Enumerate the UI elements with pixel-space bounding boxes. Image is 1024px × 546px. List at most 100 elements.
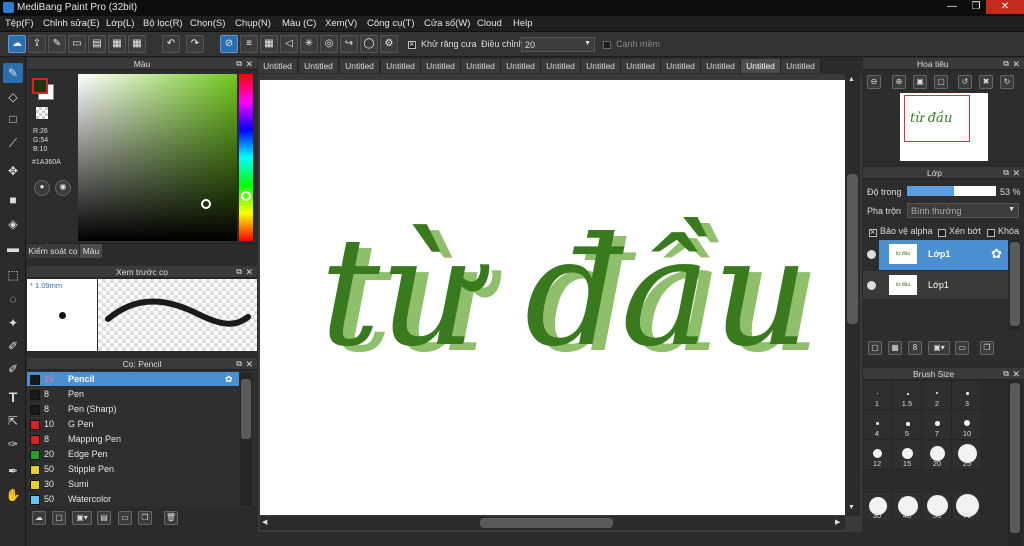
size-cell[interactable]: 10 bbox=[953, 411, 982, 440]
eyedropper-tool-icon[interactable]: ✒ bbox=[3, 461, 23, 481]
snap-parallel-icon[interactable]: ≡ bbox=[240, 35, 258, 53]
comment-icon[interactable]: ✎ bbox=[48, 35, 66, 53]
brush-item-pen[interactable]: 8 Pen bbox=[27, 387, 239, 402]
rotate-reset-icon[interactable]: ✖ bbox=[979, 75, 993, 89]
menu-select[interactable]: Chọn(S) bbox=[190, 18, 225, 29]
layer-row[interactable]: từ đầu Lớp1 bbox=[863, 271, 1008, 299]
brush-item-sumi[interactable]: 30 Sumi bbox=[27, 477, 239, 492]
new-8bit-layer-icon[interactable]: 8 bbox=[908, 341, 922, 355]
menu-file[interactable]: Tệp(F) bbox=[5, 18, 34, 29]
lasso-tool-icon[interactable]: ◌ bbox=[3, 289, 23, 309]
add-brush-menu-icon[interactable]: ▣▾ bbox=[72, 511, 92, 525]
scroll-left-icon[interactable]: ◀ bbox=[262, 518, 267, 526]
folder-icon[interactable]: ▭ bbox=[118, 511, 132, 525]
scrollbar-thumb[interactable] bbox=[1010, 242, 1020, 326]
popout-icon[interactable]: ⧉ bbox=[236, 266, 242, 278]
size-cell[interactable]: 25 bbox=[953, 441, 982, 470]
popout-icon[interactable]: ⧉ bbox=[236, 358, 242, 370]
tab-untitled[interactable]: Untitled bbox=[258, 59, 298, 73]
scroll-down-icon[interactable]: ▼ bbox=[848, 504, 855, 511]
redo-icon[interactable]: ↷ bbox=[186, 35, 204, 53]
brush-size-scrollbar[interactable] bbox=[1008, 381, 1022, 546]
menu-cloud[interactable]: Cloud bbox=[477, 18, 502, 29]
add-layer-menu-icon[interactable]: ▣▾ bbox=[928, 341, 950, 355]
line-tool-icon[interactable]: ⟋ bbox=[3, 133, 23, 153]
popout-icon[interactable]: ⧉ bbox=[1003, 167, 1009, 179]
close-icon[interactable]: ✕ bbox=[245, 58, 253, 70]
tab-untitled[interactable]: Untitled bbox=[621, 59, 661, 73]
tab-untitled[interactable]: Untitled bbox=[461, 59, 501, 73]
brush-item-watercolor[interactable]: 50 Watercolor bbox=[27, 492, 239, 507]
horizontal-scrollbar-thumb[interactable] bbox=[480, 518, 613, 528]
folder-icon[interactable]: ▭ bbox=[955, 341, 969, 355]
snap-curve-icon[interactable]: ↪ bbox=[340, 35, 358, 53]
layer-list-scrollbar[interactable] bbox=[1009, 240, 1021, 330]
blur-tool-icon[interactable]: ✑ bbox=[3, 434, 23, 454]
tab-untitled[interactable]: Untitled bbox=[661, 59, 701, 73]
size-cell[interactable]: 4 bbox=[863, 411, 892, 440]
new-halftone-layer-icon[interactable]: ▦ bbox=[888, 341, 902, 355]
trash-icon[interactable]: 🗑 bbox=[164, 511, 178, 525]
close-icon[interactable]: ✕ bbox=[245, 266, 253, 278]
text-tool-icon[interactable]: T bbox=[3, 387, 23, 407]
brush-item-pencil[interactable]: 15 Pencil ✿ bbox=[27, 372, 239, 387]
snap-settings-icon[interactable]: ⚙ bbox=[380, 35, 398, 53]
clipping-checkbox[interactable] bbox=[938, 227, 946, 237]
foreground-color-swatch[interactable] bbox=[32, 78, 48, 94]
rotate-right-icon[interactable]: ↻ bbox=[1000, 75, 1014, 89]
opacity-slider[interactable] bbox=[907, 186, 996, 196]
canvas[interactable]: từ đầu từ đầu bbox=[260, 80, 845, 515]
snap-ellipse-icon[interactable]: ◯ bbox=[360, 35, 378, 53]
size-cell[interactable]: 20 bbox=[923, 441, 952, 470]
new-brush-icon[interactable]: ▢ bbox=[52, 511, 66, 525]
horizontal-scrollbar[interactable]: ◀ ▶ bbox=[260, 516, 845, 530]
snap-circle-icon[interactable]: ◎ bbox=[320, 35, 338, 53]
brush-item-edge-pen[interactable]: 20 Edge Pen bbox=[27, 447, 239, 462]
page-icon[interactable]: ▤ bbox=[88, 35, 106, 53]
cloud-brush-icon[interactable]: ☁ bbox=[32, 511, 46, 525]
dot-tool-icon[interactable]: □ bbox=[3, 109, 23, 129]
vertical-scrollbar-thumb[interactable] bbox=[847, 174, 858, 324]
close-icon[interactable]: ✕ bbox=[1012, 368, 1020, 380]
popout-icon[interactable]: ⧉ bbox=[1003, 58, 1009, 70]
eraser-tool-icon[interactable]: ◇ bbox=[3, 87, 23, 107]
size-cell[interactable]: 1 bbox=[863, 381, 892, 410]
speech-icon[interactable]: ▭ bbox=[68, 35, 86, 53]
menu-layer[interactable]: Lớp(L) bbox=[106, 18, 134, 29]
menu-color[interactable]: Màu (C) bbox=[282, 18, 316, 29]
size-cell[interactable]: 7 bbox=[923, 411, 952, 440]
hue-slider[interactable] bbox=[239, 74, 253, 241]
palette-icon[interactable]: ● bbox=[34, 180, 50, 196]
panel-icon[interactable]: ▦ bbox=[108, 35, 126, 53]
size-cell[interactable]: 12 bbox=[863, 441, 892, 470]
menu-view[interactable]: Xem(V) bbox=[325, 18, 357, 29]
menu-window[interactable]: Cửa số(W) bbox=[424, 18, 470, 29]
tab-untitled[interactable]: Untitled bbox=[581, 59, 621, 73]
eye-icon[interactable] bbox=[867, 250, 876, 259]
snap-off-icon[interactable]: ⊘ bbox=[220, 35, 238, 53]
snap-radial-icon[interactable]: ✳ bbox=[300, 35, 318, 53]
tab-brush-control[interactable]: Kiểm soát cọ bbox=[27, 244, 79, 258]
palette-add-icon[interactable]: ◉ bbox=[55, 180, 71, 196]
brush-list-scrollbar[interactable] bbox=[240, 373, 252, 506]
rotate-left-icon[interactable]: ↺ bbox=[958, 75, 972, 89]
hue-slider-handle[interactable] bbox=[241, 191, 251, 201]
bucket-tool-icon[interactable]: ◈ bbox=[3, 214, 23, 234]
new-layer-icon[interactable]: ▢ bbox=[868, 341, 882, 355]
tab-untitled[interactable]: Untitled bbox=[501, 59, 541, 73]
transparent-swatch[interactable] bbox=[36, 107, 48, 119]
menu-edit[interactable]: Chỉnh sửa(E) bbox=[43, 18, 100, 29]
brush-item-g-pen[interactable]: 10 G Pen bbox=[27, 417, 239, 432]
tab-untitled[interactable]: Untitled bbox=[381, 59, 421, 73]
menu-tools[interactable]: Công cụ(T) bbox=[367, 18, 415, 29]
close-icon[interactable]: ✕ bbox=[245, 358, 253, 370]
menu-help[interactable]: Help bbox=[513, 18, 533, 29]
lock-checkbox[interactable] bbox=[987, 227, 995, 237]
saturation-value-picker[interactable] bbox=[78, 74, 237, 241]
undo-icon[interactable]: ↶ bbox=[162, 35, 180, 53]
popout-icon[interactable]: ⧉ bbox=[236, 58, 242, 70]
size-cell[interactable]: 5 bbox=[893, 411, 922, 440]
operation-tool-icon[interactable]: ⇱ bbox=[3, 411, 23, 431]
tab-untitled[interactable]: Untitled bbox=[781, 59, 821, 73]
scrollbar-thumb[interactable] bbox=[241, 379, 251, 439]
